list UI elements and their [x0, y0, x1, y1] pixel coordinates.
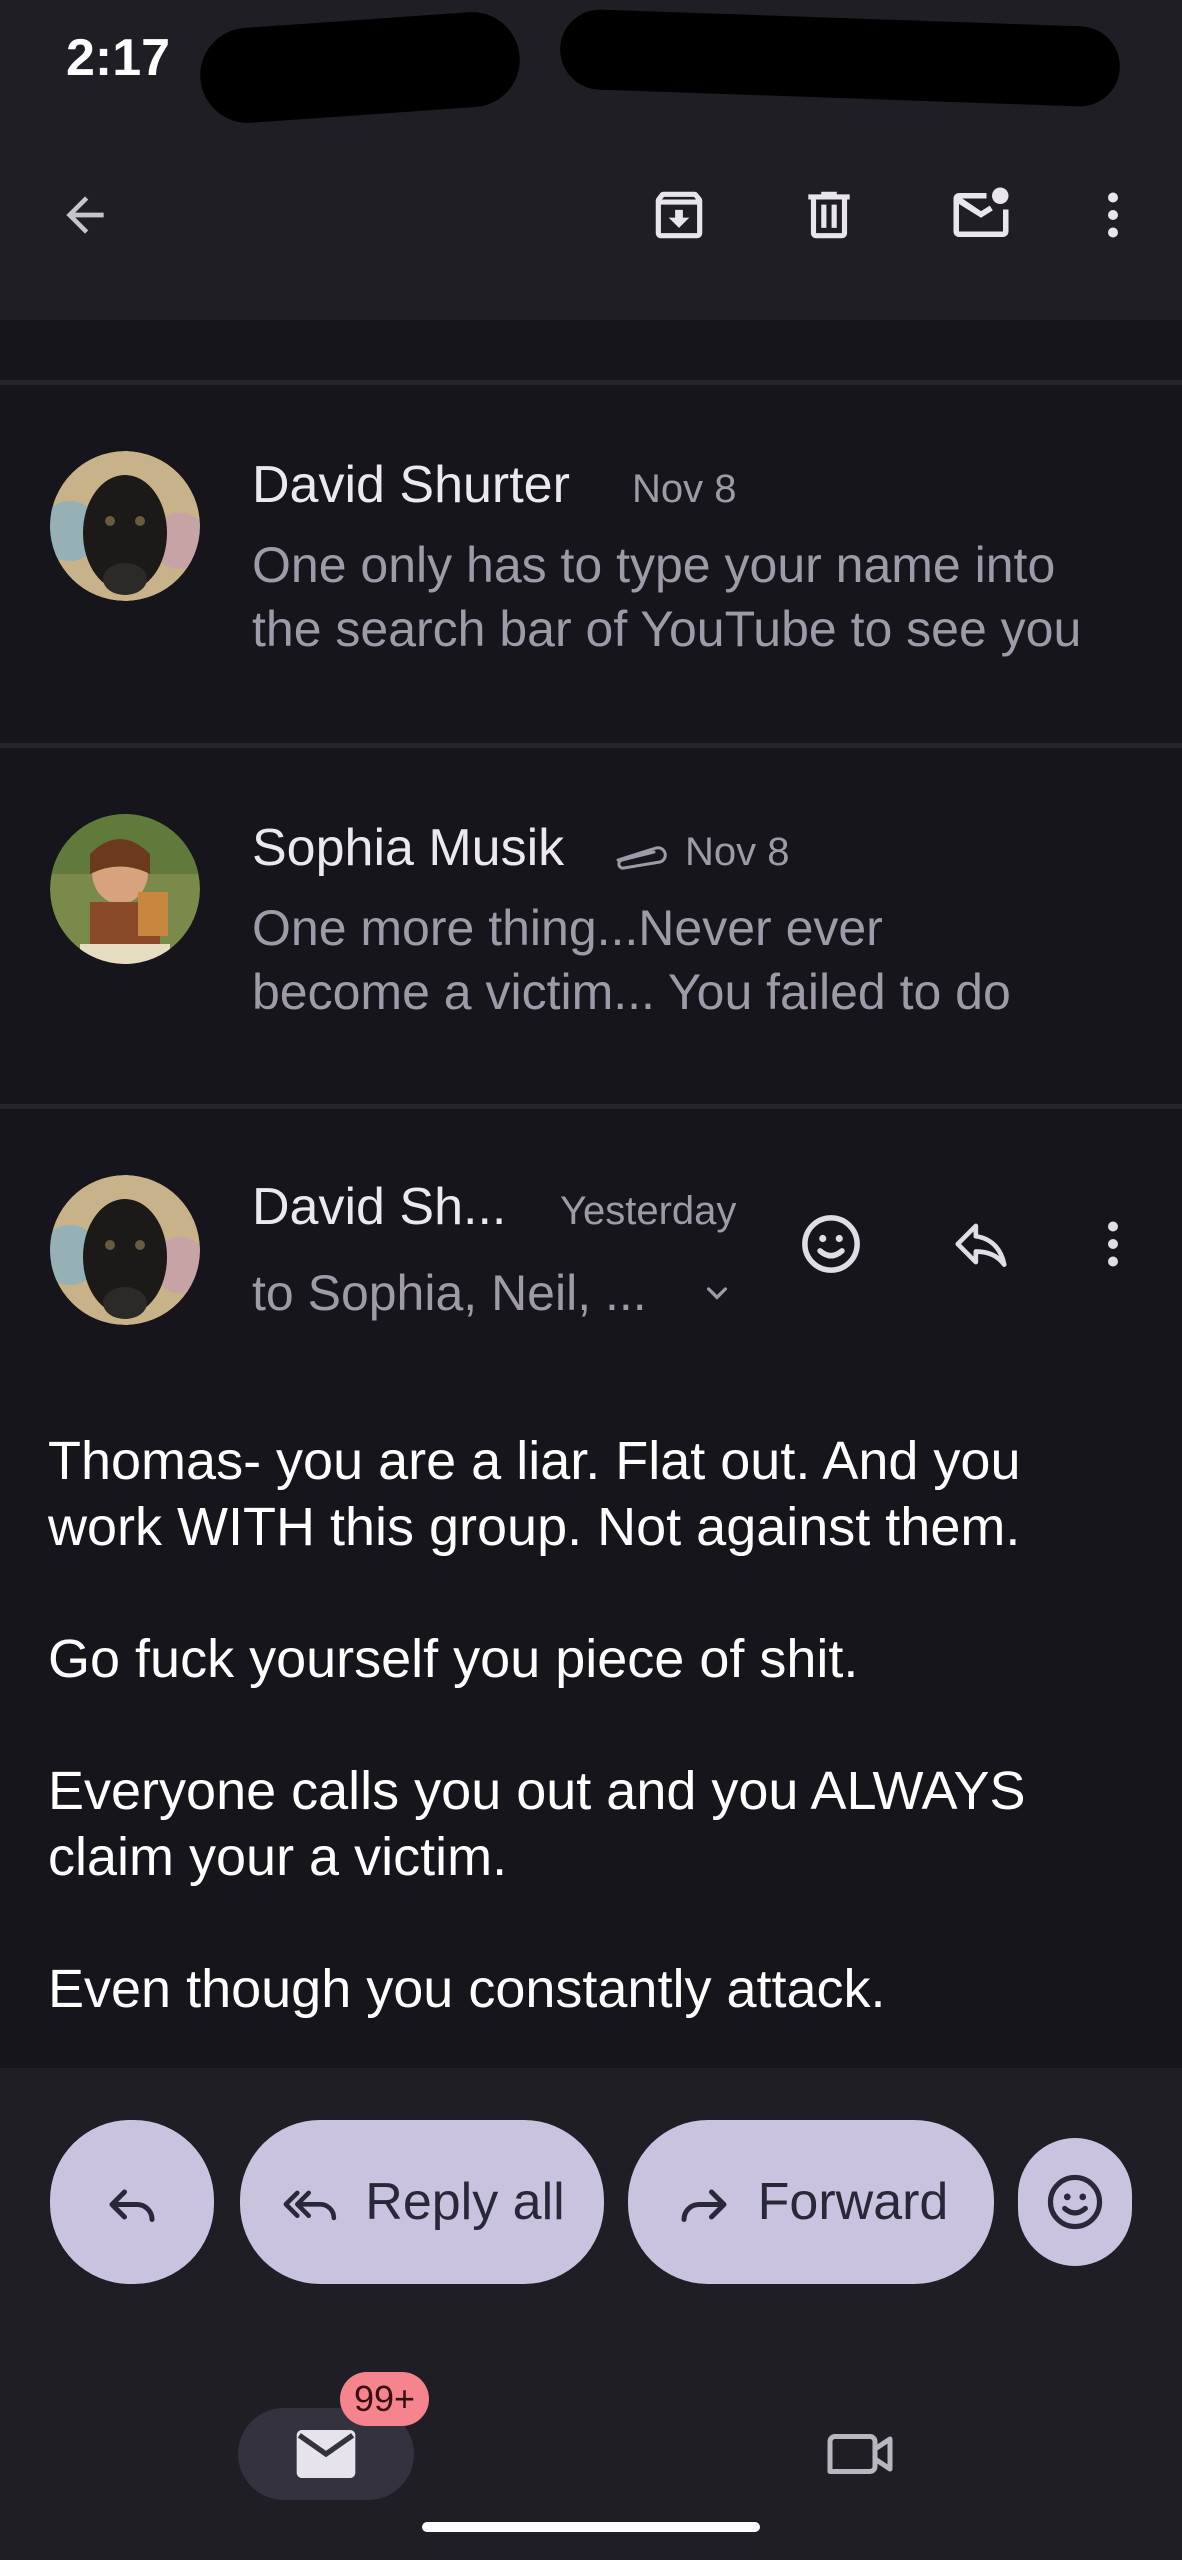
- sender-name: David Shurter: [252, 456, 570, 514]
- archive-icon[interactable]: [634, 170, 724, 260]
- expanded-message-header[interactable]: David Sh... Yesterday to Sophia, Neil, .…: [0, 1109, 1182, 1399]
- avatar: [50, 451, 200, 601]
- reply-icon: [109, 2189, 155, 2222]
- body-paragraph: Go fuck yourself you piece of shit.: [48, 1629, 859, 1689]
- body-paragraph: Thomas- you are a liar. Flat out. And yo…: [48, 1431, 1021, 1557]
- unread-badge: 99+: [340, 2372, 430, 2426]
- mark-unread-icon[interactable]: [936, 170, 1026, 260]
- collapsed-message[interactable]: Sophia Musik Nov 8 One more thing...Neve…: [0, 748, 1182, 1104]
- add-reaction-icon[interactable]: [786, 1199, 876, 1289]
- collapsed-message[interactable]: David Shurter Nov 8 One only has to type…: [0, 385, 1182, 745]
- snippet-line: One more thing...Never ever: [252, 900, 883, 956]
- status-time: 2:17: [66, 29, 171, 87]
- app-bar: [0, 130, 1182, 320]
- attachment-icon: [610, 840, 670, 875]
- sender-name: David Sh...: [252, 1178, 507, 1236]
- message-body: Thomas- you are a liar. Flat out. And yo…: [48, 1428, 1138, 2022]
- more-vert-icon[interactable]: [1068, 1199, 1158, 1289]
- reply-all-label: Reply all: [365, 2173, 565, 2231]
- mail-icon: [296, 2430, 356, 2478]
- reply-all-button[interactable]: Reply all: [240, 2120, 604, 2284]
- reply-button[interactable]: [50, 2120, 214, 2284]
- redaction-mark: [197, 8, 523, 127]
- status-bar: 2:17: [0, 0, 1182, 130]
- more-vert-icon[interactable]: [1068, 170, 1158, 260]
- snippet-line: the search bar of YouTube to see you: [252, 601, 1082, 657]
- video-camera-icon: [827, 2434, 893, 2474]
- snippet-line: become a victim... You failed to do: [252, 964, 1011, 1020]
- forward-icon: [681, 2189, 727, 2222]
- snippet-line: One only has to type your name into: [252, 537, 1056, 593]
- chevron-down-icon[interactable]: [692, 1269, 742, 1319]
- reply-action-bar: Reply all Forward: [0, 2068, 1182, 2330]
- message-date: Yesterday: [560, 1189, 737, 1233]
- recipients[interactable]: to Sophia, Neil, ...: [252, 1261, 647, 1325]
- forward-button[interactable]: Forward: [628, 2120, 994, 2284]
- avatar: [50, 814, 200, 964]
- emoji-icon: [1047, 2174, 1103, 2230]
- sender-name: Sophia Musik: [252, 819, 565, 877]
- forward-label: Forward: [757, 2173, 949, 2231]
- delete-icon[interactable]: [784, 170, 874, 260]
- nav-meet[interactable]: [810, 2404, 910, 2504]
- reply-icon[interactable]: [936, 1199, 1026, 1289]
- avatar: [50, 1175, 200, 1325]
- body-paragraph: Even though you constantly attack.: [48, 1959, 886, 2019]
- message-date: Nov 8: [632, 467, 737, 511]
- bottom-navigation: 99+: [0, 2330, 1182, 2560]
- message-date: Nov 8: [685, 830, 790, 874]
- home-indicator: [422, 2522, 760, 2532]
- react-button[interactable]: [1018, 2138, 1132, 2266]
- redaction-mark: [558, 8, 1122, 108]
- back-arrow-icon[interactable]: [40, 170, 130, 260]
- body-paragraph: Everyone calls you out and you ALWAYS cl…: [48, 1761, 1026, 1887]
- reply-all-icon: [283, 2190, 337, 2221]
